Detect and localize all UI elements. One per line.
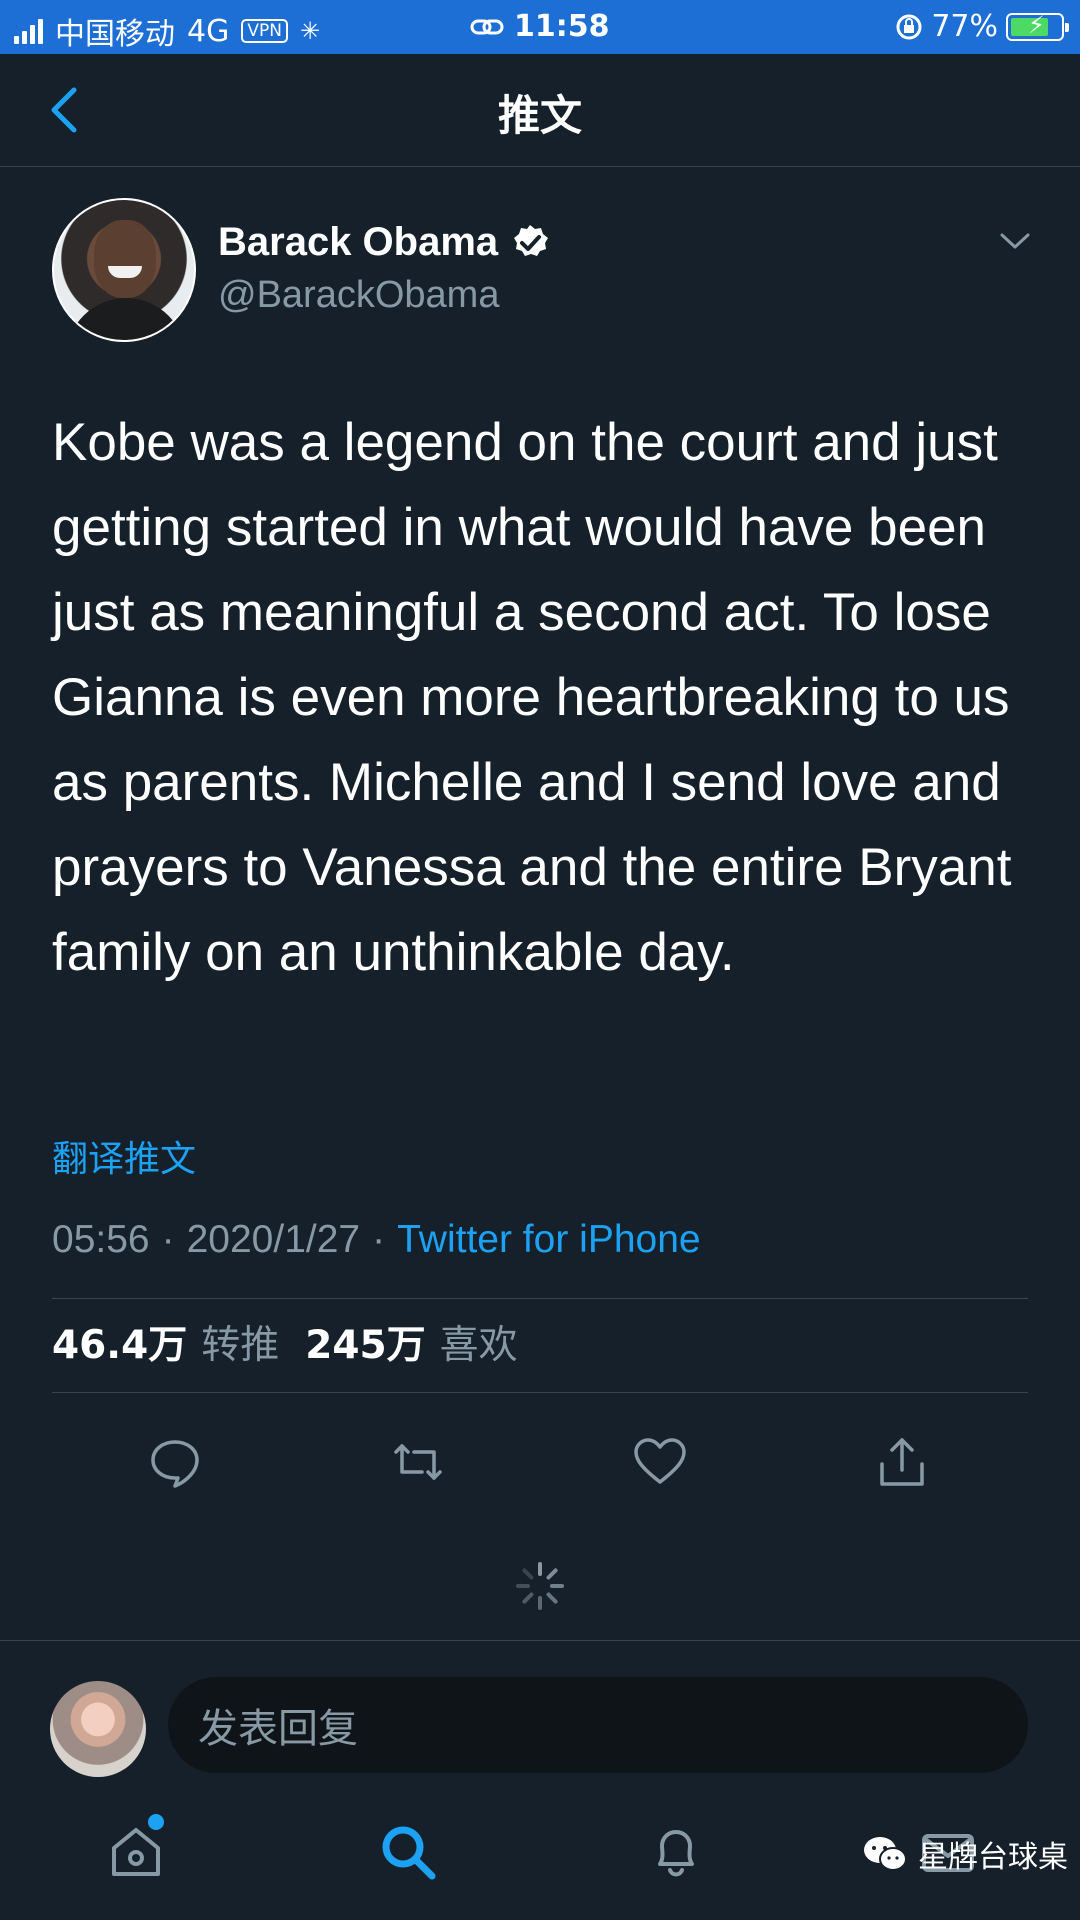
battery-percent: 77% [931, 9, 998, 44]
home-notification-dot [148, 1814, 164, 1830]
verified-badge-icon [514, 224, 549, 256]
search-icon[interactable] [376, 1820, 440, 1884]
notifications-icon[interactable] [644, 1820, 708, 1884]
tweet-actions [0, 1408, 1080, 1518]
status-bar: 中国移动 4G VPN ✳ 11:58 77% ⚡ [0, 0, 1080, 54]
clock: 11:58 [514, 9, 610, 44]
rotation-lock-icon [896, 14, 922, 39]
heart-icon[interactable] [632, 1434, 688, 1490]
comment-icon[interactable] [147, 1434, 203, 1490]
retweet-count[interactable]: 46.4万 [52, 1314, 187, 1370]
carrier-label: 中国移动 [55, 17, 175, 52]
reply-placeholder: 发表回复 [198, 1706, 358, 1752]
like-count[interactable]: 245万 [305, 1314, 425, 1370]
activity-spinner-icon: ✳ [299, 17, 321, 45]
tweet-time: 05:56 [52, 1218, 150, 1261]
retweet-icon[interactable] [390, 1434, 446, 1490]
tweet-metadata: 05:56 · 2020/1/27 · Twitter for iPhone [52, 1218, 701, 1262]
watermark-text: 星牌台球桌 [918, 1840, 1068, 1875]
like-label[interactable]: 喜欢 [440, 1314, 518, 1370]
link-icon [470, 19, 504, 34]
status-left: 中国移动 4G VPN ✳ [14, 9, 320, 53]
share-icon[interactable] [874, 1434, 930, 1490]
nav-bar: 推文 [0, 54, 1080, 167]
loading-spinner-icon [516, 1562, 564, 1610]
reply-input[interactable]: 发表回复 [168, 1677, 1028, 1773]
status-center: 11:58 [470, 9, 610, 44]
wechat-icon [864, 1837, 907, 1871]
author-handle[interactable]: @BarackObama [218, 274, 499, 317]
bottom-tab-bar: 星牌台球桌 [0, 1790, 1080, 1920]
divider [52, 1298, 1028, 1299]
page-title: 推文 [497, 91, 582, 140]
charging-bolt-icon: ⚡ [1028, 10, 1045, 39]
battery-icon: ⚡ [1006, 10, 1069, 41]
tweet-stats: 46.4万 转推 245万 喜欢 [52, 1314, 530, 1370]
vpn-badge: VPN [241, 19, 288, 43]
wechat-watermark: 星牌台球桌 [862, 1832, 1068, 1876]
tweet-text: Kobe was a legend on the court and just … [52, 413, 1012, 982]
chevron-down-icon[interactable] [998, 230, 1032, 252]
author-avatar[interactable] [52, 198, 196, 342]
tweet-date: 2020/1/27 [186, 1218, 361, 1261]
divider [52, 1392, 1028, 1393]
status-right: 77% ⚡ [895, 9, 1069, 44]
meta-separator: · [161, 1218, 175, 1261]
user-avatar[interactable] [50, 1681, 146, 1777]
author-name-row: Barack Obama [218, 220, 550, 265]
network-label: 4G [187, 13, 230, 49]
tweet-source-link[interactable]: Twitter for iPhone [397, 1218, 700, 1262]
meta-separator: · [372, 1218, 386, 1261]
translate-tweet-link[interactable]: 翻译推文 [52, 1130, 196, 1182]
author-display-name[interactable]: Barack Obama [218, 220, 498, 265]
signal-icon [14, 18, 43, 44]
reply-composer: 发表回复 [0, 1640, 1080, 1777]
retweet-label[interactable]: 转推 [201, 1314, 279, 1370]
